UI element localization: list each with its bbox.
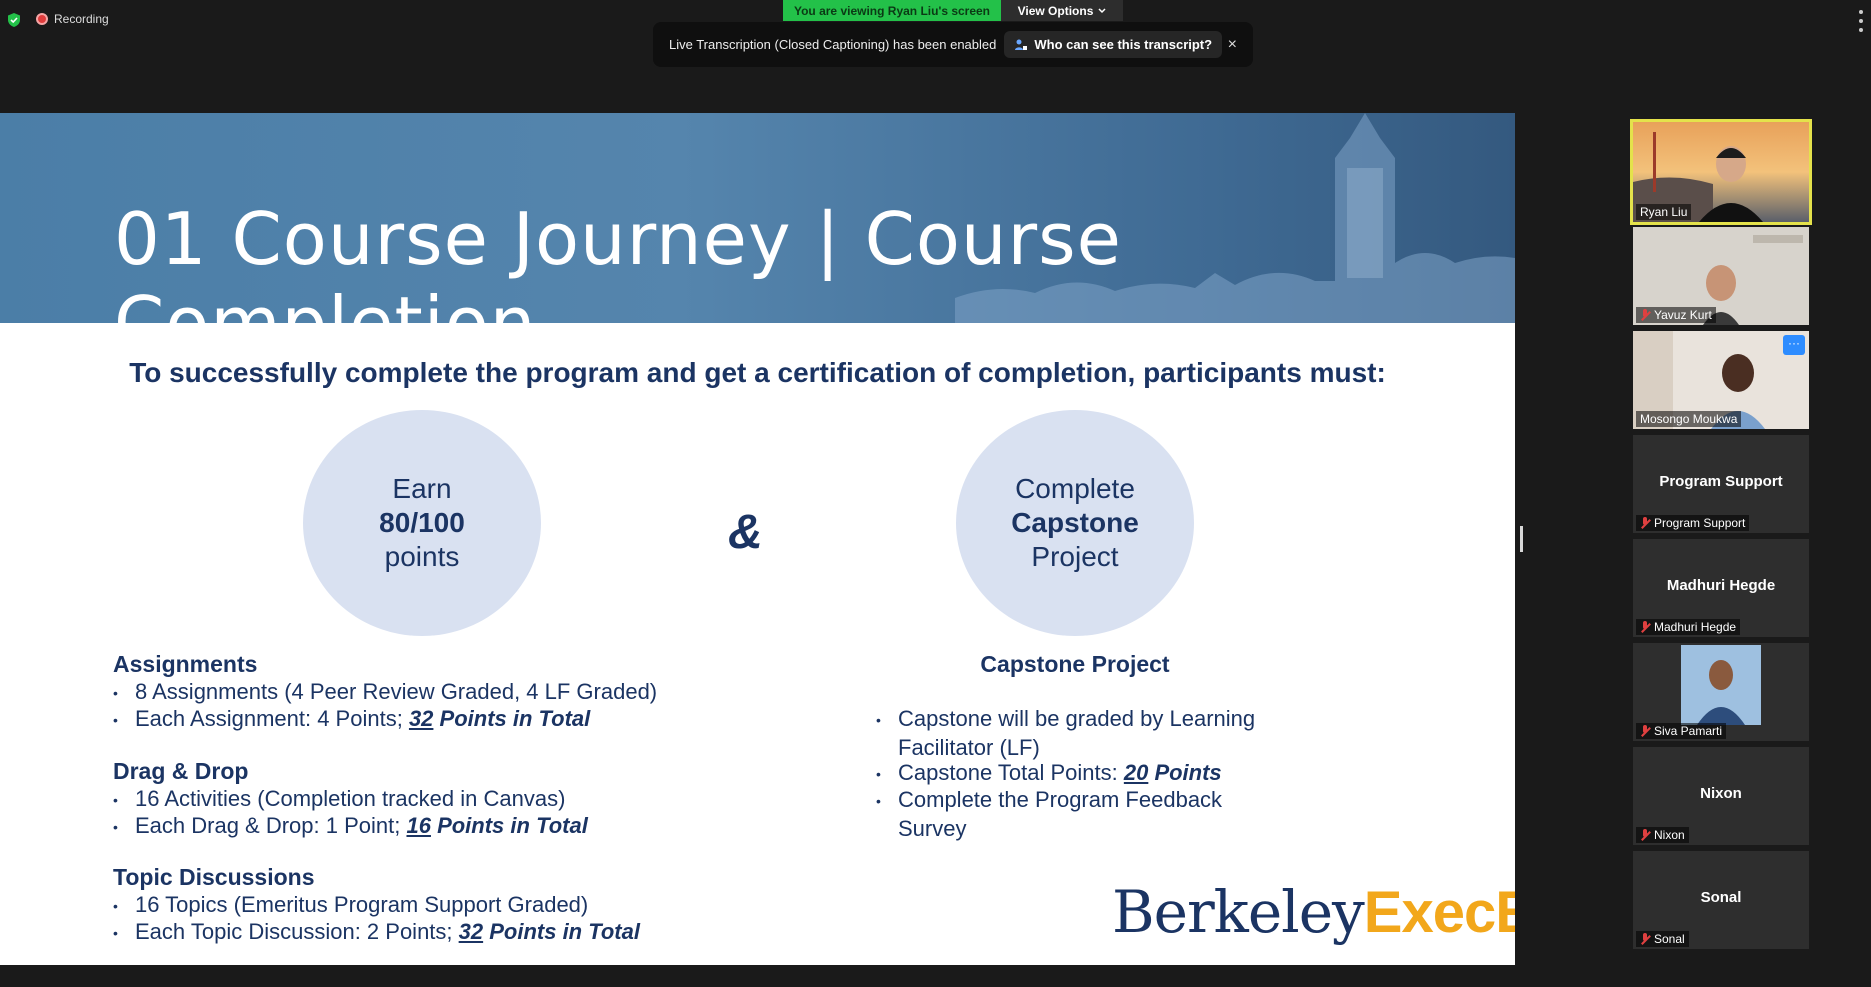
- circle-left-line1: Earn: [392, 473, 452, 504]
- participant-name-label: Siva Pamarti: [1636, 723, 1727, 739]
- panel-resize-handle[interactable]: [1520, 526, 1523, 552]
- chevron-down-icon: [1098, 7, 1106, 13]
- circle-left-line3: points: [384, 541, 460, 572]
- slide-banner: 01 Course Journey | Course Completion: [0, 113, 1515, 323]
- topics-bullet-2: • Each Topic Discussion: 2 Points; 32 Poi…: [113, 919, 640, 944]
- recording-indicator[interactable]: Recording: [36, 12, 109, 26]
- ampersand: &: [728, 506, 763, 559]
- mic-muted-icon: [1640, 309, 1650, 321]
- close-icon[interactable]: ×: [1228, 36, 1237, 54]
- mic-muted-icon: [1640, 725, 1650, 737]
- berkeley-execed-logo: BerkeleyExecEd: [1112, 878, 1515, 946]
- who-can-see-label: Who can see this transcript?: [1034, 37, 1213, 52]
- mic-muted-icon: [1640, 829, 1650, 841]
- capstone-circle: Complete Capstone Project: [956, 410, 1194, 636]
- capstone-bullet-3: • Complete the Program Feedback Survey: [876, 787, 1223, 841]
- participant-name-label: Program Support: [1636, 515, 1750, 531]
- circle-left-line2: 80/100: [379, 507, 465, 538]
- participant-display-name: Program Support: [1659, 473, 1783, 490]
- mic-muted-icon: [1640, 621, 1650, 633]
- participant-name-label: Nixon: [1636, 827, 1689, 843]
- topics-heading: Topic Discussions: [113, 864, 315, 890]
- recording-label: Recording: [54, 12, 109, 26]
- person-lock-icon: [1015, 39, 1028, 50]
- assignments-bullet-1: • 8 Assignments (4 Peer Review Graded, 4 …: [113, 679, 658, 704]
- participant-name-label: Sonal: [1636, 931, 1689, 947]
- slide-headline: To successfully complete the program and…: [129, 357, 1386, 388]
- mic-muted-icon: [1640, 517, 1650, 529]
- transcription-notice-text: Live Transcription (Closed Captioning) h…: [669, 37, 997, 52]
- participant-tile-siva-pamarti[interactable]: Siva Pamarti: [1633, 643, 1809, 741]
- participant-tile-yavuz-kurt[interactable]: Yavuz Kurt: [1633, 227, 1809, 325]
- participant-tile-nixon[interactable]: Nixon Nixon: [1633, 747, 1809, 845]
- assignments-heading: Assignments: [113, 651, 258, 677]
- circle-right-line1: Complete: [1015, 473, 1135, 504]
- transcription-notice: Live Transcription (Closed Captioning) h…: [653, 22, 1253, 67]
- participant-name-label: Madhuri Hegde: [1636, 619, 1741, 635]
- viewing-screen-banner: You are viewing Ryan Liu's screen: [783, 0, 1001, 21]
- dragdrop-bullet-1: • 16 Activities (Completion tracked in Ca…: [113, 786, 566, 811]
- recording-icon: [36, 13, 48, 25]
- participant-tile-mosongo-moukwa[interactable]: ··· Mosongo Moukwa: [1633, 331, 1809, 429]
- participant-tile-ryan-liu[interactable]: Ryan Liu: [1630, 119, 1812, 225]
- participant-display-name: Nixon: [1700, 785, 1742, 802]
- circle-right-line2: Capstone: [1011, 507, 1139, 538]
- circle-right-line3: Project: [1031, 541, 1119, 572]
- view-options-label: View Options: [1017, 3, 1094, 18]
- capstone-bullet-2: • Capstone Total Points: 20 Points: [876, 760, 1222, 785]
- slide-title: 01 Course Journey | Course Completion: [114, 197, 1122, 323]
- capstone-bullet-1: • Capstone will be graded by Learning Faci…: [876, 706, 1256, 760]
- participant-tile-program-support[interactable]: Program Support Program Support: [1633, 435, 1809, 533]
- topics-bullet-1: • 16 Topics (Emeritus Program Support Gra…: [113, 892, 589, 917]
- who-can-see-transcript-button[interactable]: Who can see this transcript?: [1004, 31, 1223, 58]
- dragdrop-heading: Drag & Drop: [113, 758, 249, 784]
- participant-name-label: Mosongo Moukwa: [1636, 411, 1742, 427]
- security-shield-icon[interactable]: [6, 12, 22, 28]
- shared-screen-slide: 01 Course Journey | Course Completion To…: [0, 113, 1515, 965]
- earn-points-circle: Earn 80/100 points: [303, 410, 541, 636]
- participant-name-label: Ryan Liu: [1636, 204, 1692, 220]
- participant-name-label: Yavuz Kurt: [1636, 307, 1716, 323]
- more-options-icon[interactable]: [1859, 10, 1865, 32]
- dragdrop-bullet-2: • Each Drag & Drop: 1 Point; 16 Points in…: [113, 813, 588, 838]
- participant-tile-sonal[interactable]: Sonal Sonal: [1633, 851, 1809, 949]
- participant-display-name: Madhuri Hegde: [1666, 577, 1776, 594]
- participant-display-name: Sonal: [1700, 889, 1742, 906]
- assignments-bullet-2: • Each Assignment: 4 Points; 32 Points in…: [113, 706, 591, 731]
- participant-tile-madhuri-hegde[interactable]: Madhuri Hegde Madhuri Hegde: [1633, 539, 1809, 637]
- more-options-button[interactable]: ···: [1783, 335, 1805, 355]
- profile-photo-siva-pamarti: [1681, 645, 1761, 725]
- capstone-heading: Capstone Project: [980, 651, 1170, 677]
- mic-muted-icon: [1640, 933, 1650, 945]
- view-options-button[interactable]: View Options: [1001, 0, 1123, 21]
